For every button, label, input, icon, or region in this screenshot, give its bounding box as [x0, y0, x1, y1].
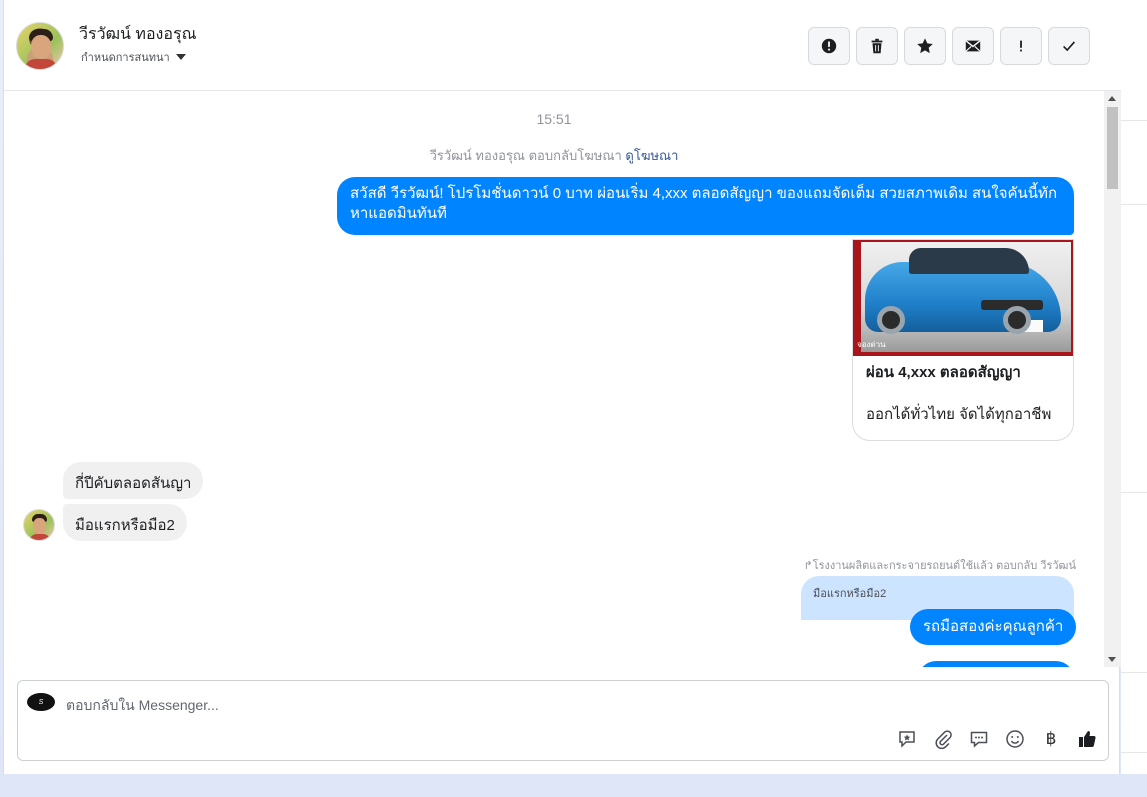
- scroll-down-arrow-icon[interactable]: [1108, 657, 1116, 662]
- spam-button[interactable]: [808, 27, 850, 65]
- outgoing-message[interactable]: รถมือสองค่ะคุณลูกค้า: [910, 609, 1077, 645]
- message-timestamp: 15:51: [536, 111, 572, 127]
- mail-icon: [965, 40, 981, 52]
- thread-scrollbar[interactable]: [1104, 91, 1121, 667]
- scrollbar-thumb[interactable]: [1107, 107, 1118, 189]
- spam-icon: [821, 38, 837, 54]
- payment-button[interactable]: ฿: [1040, 728, 1062, 750]
- ad-card-title: ผ่อน 4,xxx ตลอดสัญญา: [866, 364, 1021, 381]
- delete-button[interactable]: [856, 27, 898, 65]
- quick-reply-button[interactable]: [968, 728, 990, 750]
- attachment-icon: [935, 730, 952, 749]
- contact-avatar[interactable]: [16, 22, 64, 70]
- ad-card[interactable]: จองด่วน ผ่อน 4,xxx ตลอดสัญญา ออกได้ทั่วไ…: [852, 239, 1074, 441]
- check-icon: [1063, 41, 1076, 52]
- trash-icon: [871, 38, 883, 54]
- attachment-button[interactable]: [932, 728, 954, 750]
- star-button[interactable]: [904, 27, 946, 65]
- ad-reply-text: วีรวัฒน์ ทองอรุณ ตอบกลับโฆษณา: [429, 148, 622, 163]
- chat-icon: [970, 731, 988, 748]
- mark-done-button[interactable]: [1048, 27, 1090, 65]
- message-composer[interactable]: S ตอบกลับใน Messenger... ฿: [17, 680, 1109, 761]
- saved-reply-button[interactable]: [896, 728, 918, 750]
- reply-info-text: โรงงานผลิตและกระจายรถยนต์ใช้แล้ว ตอบกลับ…: [812, 560, 1076, 572]
- like-button[interactable]: [1076, 728, 1098, 750]
- contact-name[interactable]: วีรวัฒน์ ทองอรุณ: [79, 22, 196, 47]
- important-icon: [1020, 40, 1022, 52]
- view-ad-link[interactable]: ดูโฆษณา: [625, 148, 678, 163]
- messenger-panel: วีรวัฒน์ ทองอรุณ กำหนดการสนทนา 15:51 วีร…: [3, 0, 1121, 774]
- emoji-icon: [1006, 730, 1024, 748]
- reply-arrow-icon: ↱: [803, 560, 813, 572]
- reply-info: ↱โรงงานผลิตและกระจายรถยนต์ใช้แล้ว ตอบกลั…: [803, 556, 1076, 574]
- image-caption: จองด่วน: [857, 340, 886, 349]
- incoming-message[interactable]: มือแรกหรือมือ2: [63, 504, 187, 541]
- mark-unread-button[interactable]: [952, 27, 994, 65]
- page-logo-icon: S: [27, 693, 55, 711]
- saved-reply-icon: [899, 731, 915, 748]
- ad-reply-notice: วีรวัฒน์ ทองอรุณ ตอบกลับโฆษณา ดูโฆษณา: [4, 145, 1104, 166]
- emoji-button[interactable]: [1004, 728, 1026, 750]
- message-input[interactable]: ตอบกลับใน Messenger...: [66, 695, 219, 717]
- status-label: กำหนดการสนทนา: [81, 52, 170, 64]
- right-sidebar-edge: [1121, 0, 1147, 774]
- important-button[interactable]: [1000, 27, 1042, 65]
- conversation-header: วีรวัฒน์ ทองอรุณ กำหนดการสนทนา: [4, 0, 1121, 91]
- caret-down-icon: [175, 54, 186, 60]
- incoming-message[interactable]: กี่ปีคับตลอดสันญา: [63, 462, 204, 499]
- baht-icon: ฿: [1045, 729, 1057, 748]
- car-image[interactable]: จองด่วน: [853, 240, 1073, 356]
- outgoing-message[interactable]: สวัสดี วีรวัฒน์! โปรโมชั่นดาวน์ 0 บาท ผ่…: [337, 177, 1074, 235]
- scroll-up-arrow-icon[interactable]: [1108, 96, 1116, 101]
- ad-card-description: ออกได้ทั่วไทย จัดได้ทุกอาชีพ: [866, 406, 1052, 423]
- conversation-status-dropdown[interactable]: กำหนดการสนทนา: [81, 48, 186, 66]
- outgoing-message-partial[interactable]: [918, 661, 1074, 667]
- like-icon: [1079, 731, 1096, 747]
- composer-tools: ฿: [896, 728, 1098, 750]
- message-thread[interactable]: 15:51 วีรวัฒน์ ทองอรุณ ตอบกลับโฆษณา ดูโฆ…: [4, 91, 1104, 667]
- header-actions: [808, 27, 1090, 65]
- sender-avatar: [23, 509, 55, 541]
- star-icon: [917, 38, 933, 54]
